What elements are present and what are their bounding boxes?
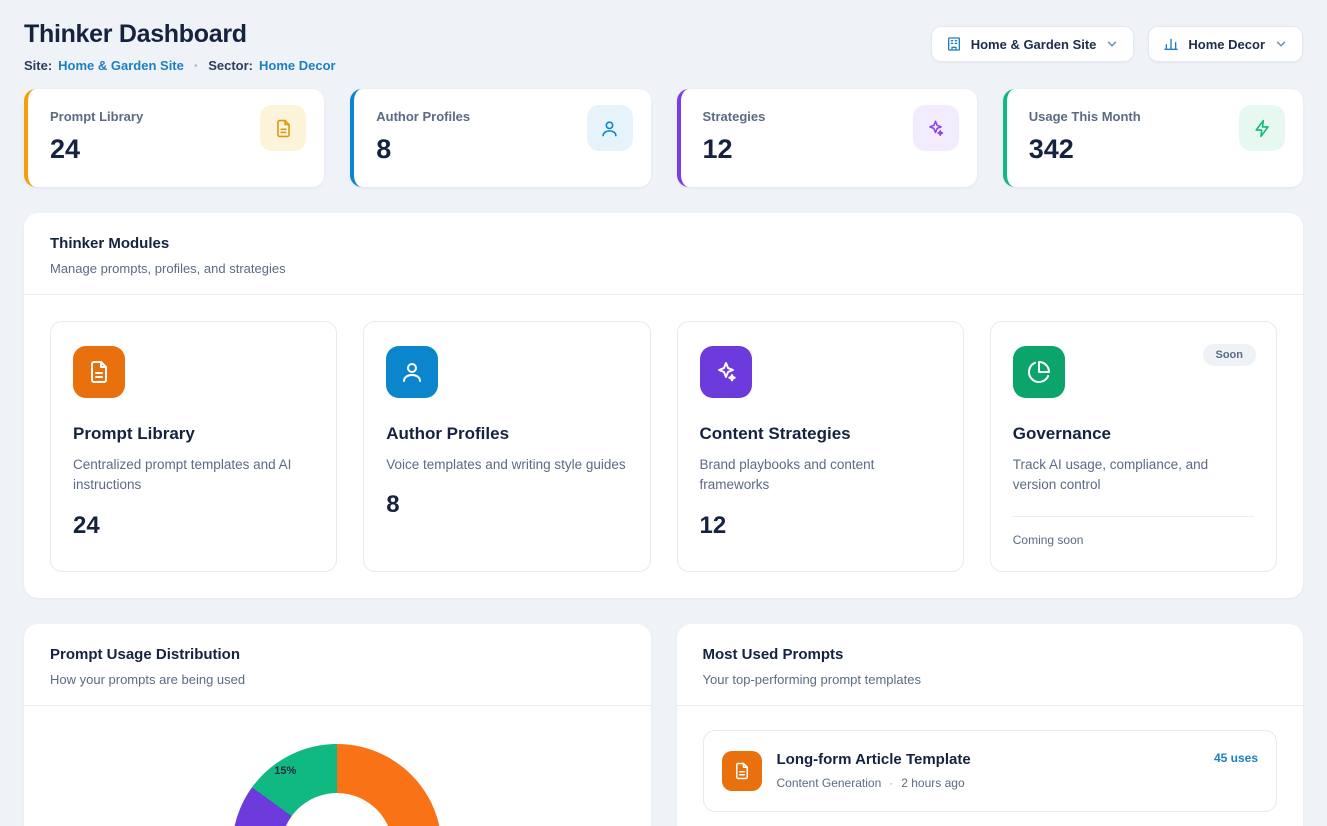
module-description: Centralized prompt templates and AI inst… — [73, 455, 314, 496]
usage-card-title: Prompt Usage Distribution — [50, 646, 625, 663]
prompt-title: Long-form Article Template — [777, 751, 1199, 768]
sector-label: Sector: — [208, 58, 253, 73]
donut-chart-area: 15% — [24, 706, 651, 826]
meta-separator: · — [194, 58, 198, 73]
most-used-prompts-card: Most Used Prompts Your top-performing pr… — [677, 624, 1304, 826]
prompts-card-header: Most Used Prompts Your top-performing pr… — [677, 624, 1304, 705]
module-card-author-profiles[interactable]: Author Profiles Voice templates and writ… — [363, 321, 650, 572]
module-card-content-strategies[interactable]: Content Strategies Brand playbooks and c… — [677, 321, 964, 572]
modules-header: Thinker Modules Manage prompts, profiles… — [24, 213, 1303, 294]
module-description: Track AI usage, compliance, and version … — [1013, 455, 1254, 496]
chevron-down-icon — [1274, 37, 1288, 51]
thinker-modules-panel: Thinker Modules Manage prompts, profiles… — [24, 213, 1303, 598]
site-dropdown[interactable]: Home & Garden Site — [931, 26, 1135, 62]
module-count: 24 — [73, 512, 314, 540]
prompts-card-title: Most Used Prompts — [703, 646, 1278, 663]
module-title: Prompt Library — [73, 424, 314, 444]
prompt-info: Long-form Article Template Content Gener… — [777, 751, 1199, 790]
prompt-timestamp: 2 hours ago — [901, 776, 964, 790]
pie-chart-icon — [1013, 346, 1065, 398]
document-icon — [260, 105, 306, 151]
prompts-card-subtitle: Your top-performing prompt templates — [703, 672, 1278, 687]
title-block: Thinker Dashboard Site: Home & Garden Si… — [24, 20, 336, 73]
module-footer: Coming soon — [1013, 516, 1254, 547]
modules-subtitle: Manage prompts, profiles, and strategies — [50, 261, 1277, 276]
chevron-down-icon — [1105, 37, 1119, 51]
donut-hole — [281, 793, 393, 826]
prompt-list: Long-form Article Template Content Gener… — [677, 706, 1304, 826]
document-icon — [73, 346, 125, 398]
header-dropdowns: Home & Garden Site Home Decor — [931, 26, 1303, 62]
bottom-row: Prompt Usage Distribution How your promp… — [24, 624, 1303, 826]
module-title: Author Profiles — [386, 424, 627, 444]
person-icon — [386, 346, 438, 398]
person-icon — [587, 105, 633, 151]
meta-separator: · — [889, 776, 893, 790]
donut-segment-label: 15% — [274, 765, 296, 777]
sector-link[interactable]: Home Decor — [259, 58, 336, 73]
module-description: Voice templates and writing style guides — [386, 455, 627, 475]
breadcrumb: Site: Home & Garden Site · Sector: Home … — [24, 58, 336, 73]
dashboard-page: Thinker Dashboard Site: Home & Garden Si… — [0, 0, 1327, 826]
sector-dropdown[interactable]: Home Decor — [1148, 26, 1303, 62]
sparkles-icon — [700, 346, 752, 398]
header: Thinker Dashboard Site: Home & Garden Si… — [24, 20, 1303, 73]
module-title: Governance — [1013, 424, 1254, 444]
site-label: Site: — [24, 58, 52, 73]
module-description: Brand playbooks and content frameworks — [700, 455, 941, 496]
site-dropdown-label: Home & Garden Site — [971, 37, 1097, 52]
prompt-category: Content Generation — [777, 776, 882, 790]
module-title: Content Strategies — [700, 424, 941, 444]
lightning-icon — [1239, 105, 1285, 151]
stats-row: Prompt Library 24 Author Profiles 8 Stra… — [24, 89, 1303, 187]
modules-title: Thinker Modules — [50, 235, 1277, 252]
list-item[interactable]: Long-form Article Template Content Gener… — [703, 730, 1278, 812]
stat-card-prompt-library: Prompt Library 24 — [24, 89, 324, 187]
usage-card-subtitle: How your prompts are being used — [50, 672, 625, 687]
modules-grid: Prompt Library Centralized prompt templa… — [24, 295, 1303, 598]
module-card-prompt-library[interactable]: Prompt Library Centralized prompt templa… — [50, 321, 337, 572]
prompt-meta: Content Generation · 2 hours ago — [777, 776, 1199, 790]
sector-dropdown-label: Home Decor — [1188, 37, 1265, 52]
module-card-governance[interactable]: Soon Governance Track AI usage, complian… — [990, 321, 1277, 572]
sparkles-icon — [913, 105, 959, 151]
page-title: Thinker Dashboard — [24, 20, 336, 49]
prompt-uses-badge: 45 uses — [1214, 751, 1258, 765]
stat-card-strategies: Strategies 12 — [677, 89, 977, 187]
usage-card-header: Prompt Usage Distribution How your promp… — [24, 624, 651, 705]
chart-bar-icon — [1163, 36, 1179, 52]
building-icon — [946, 36, 962, 52]
stat-card-author-profiles: Author Profiles 8 — [350, 89, 650, 187]
stat-card-usage: Usage This Month 342 — [1003, 89, 1303, 187]
site-link[interactable]: Home & Garden Site — [58, 58, 184, 73]
document-icon — [722, 751, 762, 791]
module-count: 12 — [700, 512, 941, 540]
donut-chart: 15% — [232, 744, 442, 826]
prompt-usage-card: Prompt Usage Distribution How your promp… — [24, 624, 651, 826]
status-badge: Soon — [1203, 344, 1257, 366]
module-count: 8 — [386, 491, 627, 519]
